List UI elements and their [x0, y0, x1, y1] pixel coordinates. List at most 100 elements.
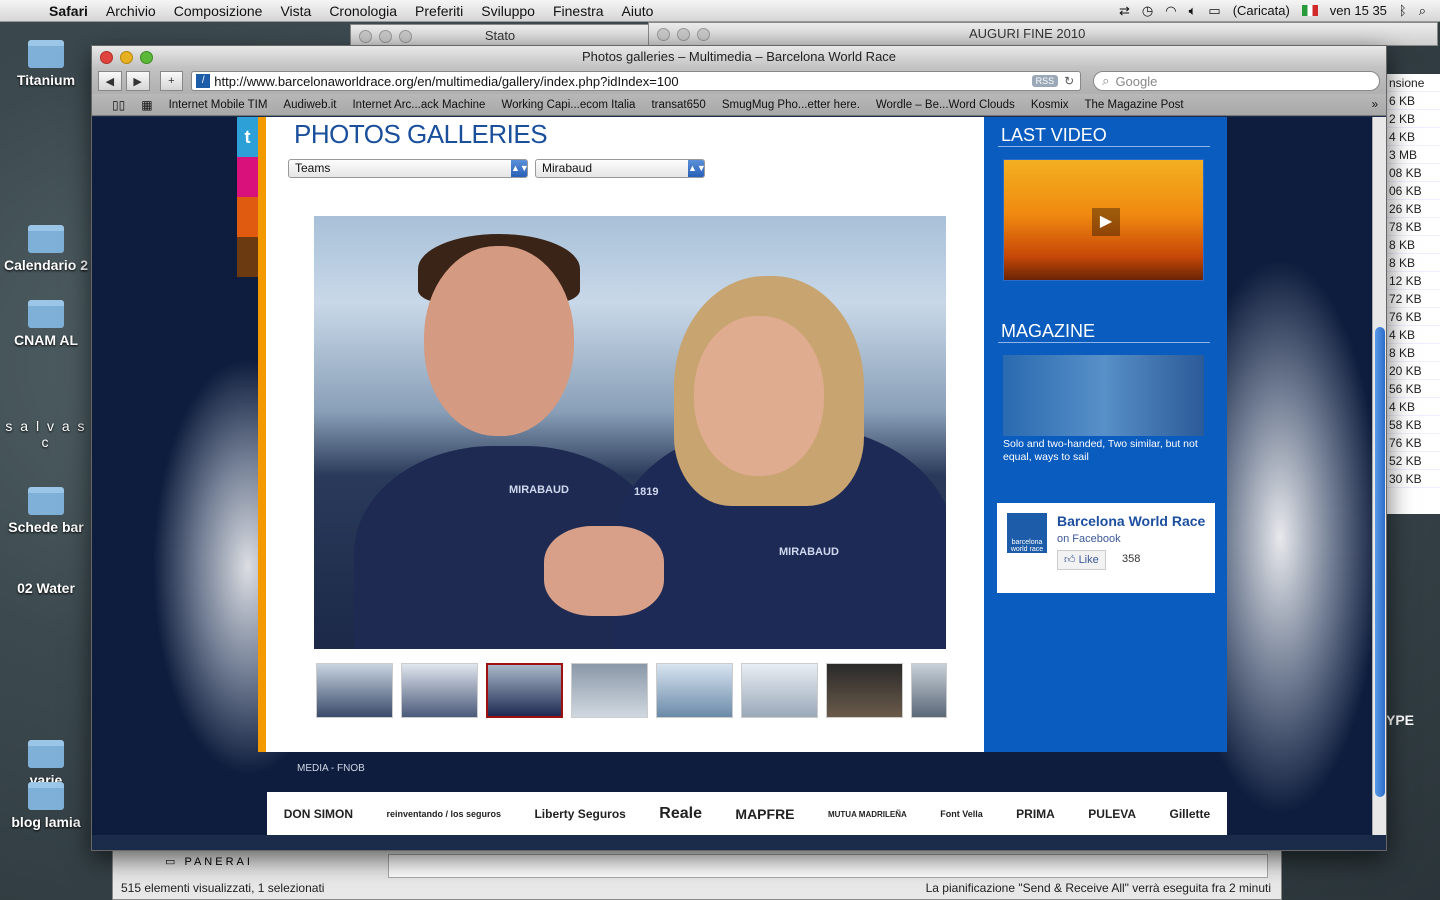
gallery-thumbnail[interactable] [316, 663, 393, 718]
flag-icon[interactable] [1301, 5, 1318, 16]
mail-status-right: La pianificazione "Send & Receive All" v… [925, 881, 1271, 895]
safari-window[interactable]: Photos galleries – Multimedia – Barcelon… [91, 45, 1387, 851]
scrollbar-thumb[interactable] [1375, 327, 1385, 797]
desktop-folder-cnam[interactable]: CNAM AL [0, 300, 92, 348]
minimize-icon[interactable] [120, 51, 133, 64]
magazine-image[interactable] [1003, 355, 1204, 436]
menu-preferiti[interactable]: Preferiti [406, 3, 472, 19]
desktop-item-water[interactable]: 02 Water [0, 580, 92, 596]
zoom-icon[interactable] [140, 51, 153, 64]
menu-archivio[interactable]: Archivio [97, 3, 165, 19]
stato-window[interactable]: Stato [350, 24, 650, 47]
add-bookmark-button[interactable]: + [159, 71, 184, 91]
sync-icon[interactable]: ⇄ [1119, 3, 1130, 19]
footer-links[interactable]: MEDIA - FNOB [297, 763, 365, 774]
menu-aiuto[interactable]: Aiuto [613, 3, 663, 19]
category-select[interactable]: Teams ▲▼ [288, 159, 529, 178]
gallery-thumbnail[interactable] [911, 663, 947, 718]
safari-titlebar[interactable]: Photos galleries – Multimedia – Barcelon… [92, 46, 1386, 68]
twitter-icon[interactable]: t [237, 117, 258, 157]
reload-icon[interactable]: ↻ [1064, 74, 1074, 88]
play-icon[interactable]: ▶ [1092, 208, 1120, 236]
back-button[interactable]: ◀ [98, 71, 122, 91]
address-bar[interactable]: / http://www.barcelonaworldrace.org/en/m… [191, 71, 1082, 91]
bookmark-item[interactable]: Internet Mobile TIM [161, 99, 276, 111]
list-item: 4 KB [1385, 398, 1440, 416]
gallery-thumbnail[interactable] [741, 663, 818, 718]
forward-button[interactable]: ▶ [125, 71, 150, 91]
bookmark-item[interactable]: Working Capi...ecom Italia [493, 99, 643, 111]
battery-status[interactable]: (Caricata) [1233, 3, 1290, 18]
bookmark-item[interactable]: The Magazine Post [1077, 99, 1192, 111]
desktop-folder-varie[interactable]: varie [0, 740, 92, 788]
list-item: 72 KB [1385, 290, 1440, 308]
last-video-thumbnail[interactable]: ▶ [1003, 159, 1204, 281]
gallery-thumbnail[interactable] [571, 663, 648, 718]
battery-icon[interactable]: ▭ [1208, 3, 1220, 19]
sponsor-logo[interactable]: reinventando / los seguros [387, 809, 502, 819]
sponsor-logo[interactable]: Reale [659, 805, 702, 823]
gallery-thumbnail[interactable] [401, 663, 478, 718]
bookmark-item[interactable]: Wordle – Be...Word Clouds [868, 99, 1023, 111]
mail-status-left: 515 elementi visualizzati, 1 selezionati [121, 881, 325, 895]
social-block[interactable] [237, 237, 258, 277]
desktop-folder-schede[interactable]: Schede bar [0, 487, 92, 535]
sponsor-logo[interactable]: Font Vella [940, 809, 983, 819]
list-item: 20 KB [1385, 362, 1440, 380]
menu-sviluppo[interactable]: Sviluppo [472, 3, 544, 19]
social-block[interactable] [237, 157, 258, 197]
gallery-thumbnail[interactable] [826, 663, 903, 718]
sponsor-logo[interactable]: MUTUA MADRILEÑA [828, 810, 907, 819]
mail-window[interactable]: ▭ PANERAI 515 elementi visualizzati, 1 s… [112, 850, 1282, 900]
menu-cronologia[interactable]: Cronologia [320, 3, 406, 19]
book-icon[interactable]: ▯▯ [104, 98, 133, 112]
facebook-page-name[interactable]: Barcelona World Race on Facebook [1057, 513, 1215, 547]
desktop-folder-titanium[interactable]: Titanium [0, 40, 92, 88]
social-block[interactable] [237, 197, 258, 237]
rss-button[interactable]: RSS [1031, 75, 1059, 87]
search-field[interactable]: ⌕ Google [1093, 71, 1380, 91]
menu-finestra[interactable]: Finestra [544, 3, 613, 19]
sponsor-logo[interactable]: DON SIMON [284, 807, 353, 821]
bookmark-item[interactable]: Internet Arc...ack Machine [344, 99, 493, 111]
sponsor-logo[interactable]: PULEVA [1088, 807, 1136, 821]
brand-logo[interactable]: barcelona world race [1007, 513, 1047, 553]
auguri-window[interactable]: AUGURI FINE 2010 [648, 22, 1438, 46]
sponsor-logo[interactable]: Liberty Seguros [534, 807, 625, 821]
time-machine-icon[interactable]: ◷ [1142, 3, 1153, 19]
bookmark-item[interactable]: transat650 [643, 99, 713, 111]
mail-folder-item[interactable]: ▭ PANERAI [165, 855, 253, 868]
sponsor-logo[interactable]: PRIMA [1016, 807, 1055, 821]
folder-icon [28, 740, 64, 768]
bluetooth-icon[interactable]: ᛒ [1399, 3, 1407, 18]
bookmark-item[interactable]: Audiweb.it [275, 99, 344, 111]
desktop-folder-blog[interactable]: blog lamia [0, 782, 92, 830]
menu-composizione[interactable]: Composizione [165, 3, 272, 19]
mail-preview-field[interactable] [388, 854, 1268, 878]
facebook-like-button[interactable]: 👍︎ Like [1057, 550, 1106, 570]
close-icon[interactable] [100, 51, 113, 64]
desktop-side-text: YPE [1386, 712, 1415, 728]
like-label: Like [1078, 554, 1099, 566]
gallery-main-photo[interactable]: MIRABAUD 1819 MIRABAUD [314, 216, 946, 649]
magazine-caption[interactable]: Solo and two-handed, Two similar, but no… [1003, 438, 1208, 464]
gallery-thumbnail[interactable] [656, 663, 733, 718]
sponsor-logo[interactable]: Gillette [1170, 807, 1211, 821]
menu-app[interactable]: Safari [40, 3, 97, 19]
gallery-thumbnail-selected[interactable] [486, 663, 563, 718]
desktop-item-salvasc[interactable]: s a l v a s c [0, 418, 92, 450]
team-select[interactable]: Mirabaud ▲▼ [535, 159, 706, 178]
sponsor-logo[interactable]: MAPFRE [735, 806, 794, 822]
chevron-down-icon: ▲▼ [511, 160, 529, 177]
wifi-icon[interactable]: ◠ [1165, 3, 1176, 19]
bookmark-item[interactable]: SmugMug Pho...etter here. [714, 99, 868, 111]
spotlight-icon[interactable]: ⌕ [1419, 3, 1426, 19]
chevron-right-icon[interactable]: » [1372, 99, 1386, 111]
grid-icon[interactable]: ▦ [133, 98, 160, 112]
bookmark-item[interactable]: Kosmix [1023, 99, 1077, 111]
desktop-folder-calendario[interactable]: Calendario 2 [0, 225, 92, 273]
vertical-scrollbar[interactable] [1372, 117, 1386, 835]
clock[interactable]: ven 15 35 [1330, 3, 1387, 18]
volume-icon[interactable]: 🔈︎ [1189, 3, 1197, 19]
menu-vista[interactable]: Vista [271, 3, 320, 19]
